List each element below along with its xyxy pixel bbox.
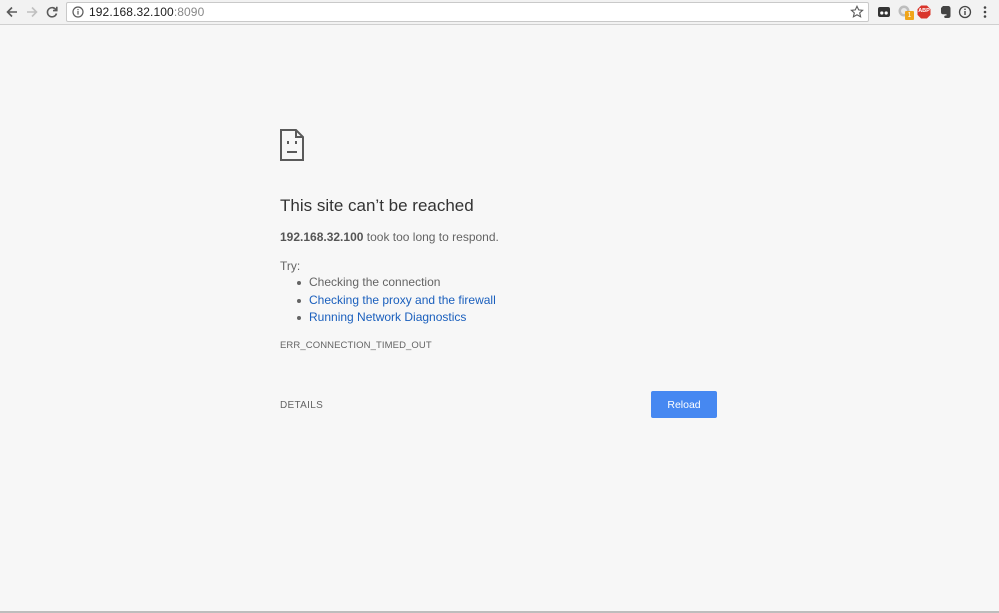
extension-evernote-icon[interactable] [937, 4, 953, 20]
error-host: 192.168.32.100 [280, 230, 364, 244]
arrow-left-icon [6, 6, 17, 18]
forward-button[interactable] [22, 2, 42, 22]
suggestion-network-diagnostics-link[interactable]: Running Network Diagnostics [296, 311, 496, 329]
suggestion-check-proxy-link[interactable]: Checking the proxy and the firewall [296, 293, 496, 312]
arrow-right-icon [27, 6, 38, 18]
error-message-text: took too long to respond. [363, 230, 499, 244]
browser-menu-icon[interactable] [977, 4, 993, 20]
url-host: 192.168.32.100 [89, 5, 174, 19]
suggestions-list: Checking the connection Checking the pro… [296, 276, 496, 329]
try-label: Try: [280, 259, 301, 273]
sad-page-icon [280, 129, 304, 161]
url-port: :8090 [173, 5, 205, 19]
extension-adblock-icon[interactable]: ABP [916, 4, 932, 20]
url-text: 192.168.32.100:8090 [89, 5, 204, 19]
extension-tampermonkey-icon[interactable] [876, 4, 892, 20]
extension-ghost-icon[interactable]: 1 [897, 4, 914, 20]
reload-browser-button[interactable] [42, 2, 62, 22]
error-code: ERR_CONNECTION_TIMED_OUT [280, 340, 432, 351]
refresh-icon [46, 6, 58, 18]
extension-info-icon[interactable] [957, 4, 973, 20]
suggestion-check-connection: Checking the connection [296, 276, 496, 294]
error-title: This site can’t be reached [280, 196, 474, 215]
bookmark-star-icon[interactable] [850, 5, 864, 19]
details-button[interactable]: DETAILS [280, 400, 323, 411]
reload-button[interactable]: Reload [651, 391, 717, 418]
adblock-label: ABP [918, 8, 930, 14]
back-button[interactable] [2, 2, 22, 22]
error-message: 192.168.32.100 took too long to respond. [280, 230, 499, 244]
info-icon[interactable] [70, 4, 86, 20]
browser-toolbar: 192.168.32.100:8090 1 ABP [0, 0, 999, 25]
address-bar[interactable]: 192.168.32.100:8090 [66, 2, 869, 22]
extension-badge: 1 [905, 11, 914, 20]
